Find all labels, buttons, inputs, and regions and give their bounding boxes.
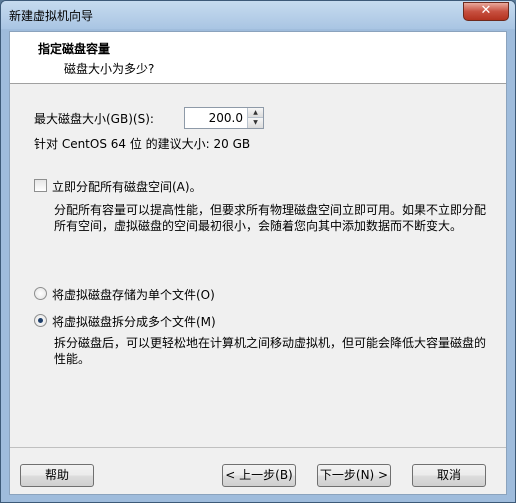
cancel-button[interactable]: 取消 (412, 464, 486, 487)
wizard-header: 指定磁盘容量 磁盘大小为多少? (10, 32, 506, 84)
multi-file-label[interactable]: 将虚拟磁盘拆分成多个文件(M) (52, 313, 216, 330)
allocate-now-checkbox[interactable] (34, 179, 47, 192)
close-button[interactable]: ✕ (463, 2, 509, 21)
single-file-radio[interactable] (34, 287, 47, 300)
stepper-down-button[interactable]: ▼ (248, 118, 263, 128)
disk-size-stepper[interactable]: 200.0 ▲ ▼ (184, 107, 264, 129)
wizard-window: 新建虚拟机向导 ✕ 指定磁盘容量 磁盘大小为多少? 最大磁盘大小(GB)(S):… (0, 0, 516, 503)
allocate-description: 分配所有容量可以提高性能，但要求所有物理磁盘空间立即可用。如果不立即分配所有空间… (54, 203, 487, 233)
close-icon: ✕ (480, 3, 492, 18)
multi-file-radio[interactable] (34, 314, 47, 327)
disk-size-label: 最大磁盘大小(GB)(S): (34, 112, 154, 126)
page-title: 指定磁盘容量 (38, 42, 111, 56)
stepper-buttons: ▲ ▼ (247, 108, 263, 128)
disk-size-input[interactable]: 200.0 (209, 111, 243, 125)
allocate-now-label[interactable]: 立即分配所有磁盘空间(A)。 (52, 178, 202, 195)
window-title: 新建虚拟机向导 (9, 9, 94, 23)
wizard-content: 指定磁盘容量 磁盘大小为多少? 最大磁盘大小(GB)(S): 200.0 ▲ ▼… (9, 31, 507, 495)
single-file-label[interactable]: 将虚拟磁盘存储为单个文件(O) (52, 286, 215, 303)
back-button[interactable]: < 上一步(B) (222, 464, 296, 487)
stepper-up-button[interactable]: ▲ (248, 108, 263, 118)
title-bar[interactable]: 新建虚拟机向导 ✕ (1, 1, 515, 29)
footer-divider (10, 447, 506, 448)
page-subtitle: 磁盘大小为多少? (64, 62, 155, 76)
arrow-up-icon: ▲ (253, 109, 258, 116)
help-button[interactable]: 帮助 (20, 464, 94, 487)
next-button[interactable]: 下一步(N) > (317, 464, 391, 487)
recommended-size-text: 针对 CentOS 64 位 的建议大小: 20 GB (34, 137, 251, 151)
arrow-down-icon: ▼ (253, 119, 258, 126)
split-description: 拆分磁盘后，可以更轻松地在计算机之间移动虚拟机，但可能会降低大容量磁盘的性能。 (54, 336, 487, 366)
